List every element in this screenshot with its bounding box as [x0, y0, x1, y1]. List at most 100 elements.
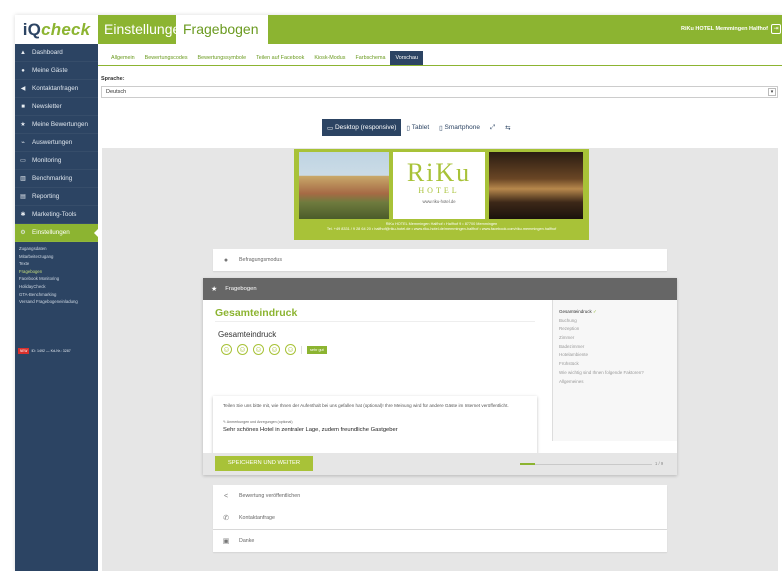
tab-bewertungscodes[interactable]: Bewertungscodes — [140, 51, 193, 65]
sidebar-item-label: Einstellungen — [32, 229, 70, 236]
section-nav-item[interactable]: Rezeption — [553, 325, 677, 334]
sidebar-icon: ■ — [21, 103, 25, 110]
comment-input[interactable]: Sehr schönes Hotel in zentraler Lage, zu… — [223, 427, 398, 433]
section-nav-item[interactable]: Gesamteindruck ✓ — [553, 308, 677, 317]
question-panel: Gesamteindruck Gesamteindruck ☺ ☺ ☺ ☺ ☺ … — [203, 300, 540, 464]
sidebar-icon: ▤ — [20, 194, 26, 200]
section-nav-item[interactable]: Hotelambiente — [553, 351, 677, 360]
sidebar-item-kontaktanfragen[interactable]: ◀ Kontaktanfragen — [15, 80, 98, 98]
sidebar-item-benchmarking[interactable]: ▥ Benchmarking — [15, 170, 98, 188]
top-header: Einstellungen Fragebogen RiKu HOTEL Memm… — [98, 15, 782, 44]
subnav-item-zugangsdaten[interactable]: Zugangsdaten — [19, 245, 98, 253]
section-nav-item[interactable]: Zimmer — [553, 334, 677, 343]
sidebar-item-dashboard[interactable]: ▲ Dashboard — [15, 44, 98, 62]
section-nav-item[interactable]: Buchung — [553, 317, 677, 326]
subnav-item-versand-fragebogeneinladung[interactable]: Versand Fragebogeneinladung — [19, 298, 98, 306]
smiley-icon[interactable]: ☺ — [253, 344, 264, 355]
row-befragungsmodus-label: Befragungsmodus — [239, 257, 282, 263]
logout-icon[interactable]: ⇥ — [771, 24, 781, 34]
sidebar-item-marketing-tools[interactable]: ✱ Marketing-Tools — [15, 206, 98, 224]
subnav-item-facebook-monitoring[interactable]: Facebook Monitoring — [19, 275, 98, 283]
row-kontaktanfrage[interactable]: ✆ Kontaktanfrage — [213, 507, 667, 529]
person-icon: ● — [223, 256, 229, 264]
sidebar-item-monitoring[interactable]: ▭ Monitoring — [15, 152, 98, 170]
share-icon: < — [223, 492, 229, 500]
rotate-icon[interactable]: ⇆ — [500, 119, 516, 136]
row-danke[interactable]: ▣ Danke — [213, 530, 667, 552]
section-nav-item[interactable]: Badezimmer — [553, 343, 677, 352]
tab-kiosk-modus[interactable]: Kiosk-Modus — [309, 51, 350, 65]
sidebar-item-auswertungen[interactable]: ⌁ Auswertungen — [15, 134, 98, 152]
section-nav-item[interactable]: Frühstück — [553, 360, 677, 369]
tab-vorschau[interactable]: Vorschau — [390, 51, 423, 65]
logo-text-iq: iQ — [22, 19, 42, 39]
hotel-exterior-photo — [299, 152, 389, 219]
rating-value-badge: sehr gut — [307, 345, 327, 354]
section-nav-item[interactable]: Allgemeines — [553, 378, 677, 387]
sidebar-item-meine-gaeste[interactable]: ● Meine Gäste — [15, 62, 98, 80]
smiley-icon[interactable]: ☺ — [221, 344, 232, 355]
row-befragungsmodus[interactable]: ● Befragungsmodus — [213, 249, 667, 271]
sidebar-item-reporting[interactable]: ▤ Reporting — [15, 188, 98, 206]
expand-icon[interactable]: ⤢ — [484, 119, 501, 136]
sidebar-item-label: Reporting — [32, 193, 60, 200]
section-nav-label: Gesamteindruck — [559, 309, 592, 314]
row-bewertung-veroeffentlichen[interactable]: < Bewertung veröffentlichen — [213, 485, 667, 507]
smiley-icon[interactable]: ☺ — [285, 344, 296, 355]
tablet-preview-label: Tablet — [411, 124, 430, 131]
hotel-name[interactable]: RiKu HOTEL Memmingen Halfhof — [681, 26, 768, 32]
hotel-address-line-2[interactable]: Tel. +49 8331 / 9 28 64 20 • halfhof@rik… — [294, 227, 589, 232]
comment-prompt: Teilen Sie uns bitte mit, wie Ihnen der … — [223, 403, 509, 408]
comment-note: ✎ Anmerkungen und Anregungen (optional) — [223, 420, 293, 424]
tab-fragebogen[interactable]: Fragebogen — [176, 15, 268, 44]
tab-teilen-auf-facebook[interactable]: Teilen auf Facebook — [251, 51, 309, 65]
save-and-continue-button[interactable]: SPEICHERN UND WEITER — [215, 456, 313, 471]
hotel-logo-wordmark: RiKu — [406, 158, 472, 187]
tab-farbschema[interactable]: Farbschema — [351, 51, 391, 65]
gift-icon: ▣ — [222, 538, 230, 545]
tablet-preview-button[interactable]: ▯ Tablet — [401, 119, 435, 136]
smiley-icon[interactable]: ☺ — [269, 344, 280, 355]
language-select-value: Deutsch — [106, 89, 127, 95]
sidebar-icon: ⚙ — [20, 230, 26, 236]
smartphone-preview-button[interactable]: ▯ Smartphone — [434, 119, 485, 136]
fragebogen-header-label: Fragebogen — [225, 286, 257, 292]
new-badge: NEW — [18, 348, 30, 354]
progress-bar — [520, 463, 652, 465]
sidebar-icon: ▲ — [20, 49, 26, 56]
tab-allgemein[interactable]: Allgemein — [106, 51, 140, 65]
subnav-item-gta-benchmarking[interactable]: GTA-Benchmarking — [19, 291, 98, 299]
sidebar-item-label: Marketing-Tools — [32, 211, 77, 218]
subnav-item-holidaycheck[interactable]: HolidayCheck — [19, 283, 98, 291]
progress-fill — [520, 463, 535, 465]
sidebar-icon: ★ — [20, 122, 26, 128]
sidebar-item-label: Newsletter — [32, 103, 62, 110]
chevron-down-icon[interactable]: ▾ — [768, 88, 776, 96]
subnav-item-fragebogen[interactable]: Fragebogen — [19, 268, 98, 276]
smiley-icon[interactable]: ☺ — [237, 344, 248, 355]
sidebar-icon: ▥ — [20, 176, 26, 182]
sidebar-item-meine-bewertungen[interactable]: ★ Meine Bewertungen — [15, 116, 98, 134]
sidebar-item-label: Benchmarking — [32, 175, 73, 182]
desktop-preview-button[interactable]: ▭ Desktop (responsive) — [322, 119, 402, 136]
subnav-item-texte[interactable]: Texte — [19, 260, 98, 268]
sidebar-icon: ● — [21, 67, 25, 74]
page-counter: 1 / 9 — [655, 461, 664, 466]
phone-icon: ✆ — [223, 515, 229, 522]
section-title: Gesamteindruck — [215, 307, 298, 319]
row-label: Bewertung veröffentlichen — [239, 493, 301, 499]
tablet-icon: ▯ — [406, 124, 410, 132]
hotel-logo: RiKu HOTEL www.riku-hotel.de — [393, 152, 485, 219]
logo[interactable]: iQ check — [15, 15, 98, 44]
sidebar-icon: ⌁ — [21, 140, 25, 146]
question-text: Gesamteindruck — [218, 330, 277, 339]
tab-bewertungssymbole[interactable]: Bewertungssymbole — [193, 51, 252, 65]
subnav-item-mitarbeiterzugang[interactable]: Mitarbeiterzugang — [19, 253, 98, 261]
section-nav-item[interactable]: Wie wichtig sind Ihnen folgende Faktoren… — [553, 369, 677, 378]
sidebar-item-label: Monitoring — [32, 157, 62, 164]
hotel-bar-photo — [489, 152, 583, 219]
row-label: Kontaktanfrage — [239, 515, 275, 521]
language-select[interactable]: Deutsch ▾ — [101, 86, 778, 98]
sidebar-item-newsletter[interactable]: ■ Newsletter — [15, 98, 98, 116]
sidebar-item-einstellungen[interactable]: ⚙ Einstellungen — [15, 224, 98, 242]
